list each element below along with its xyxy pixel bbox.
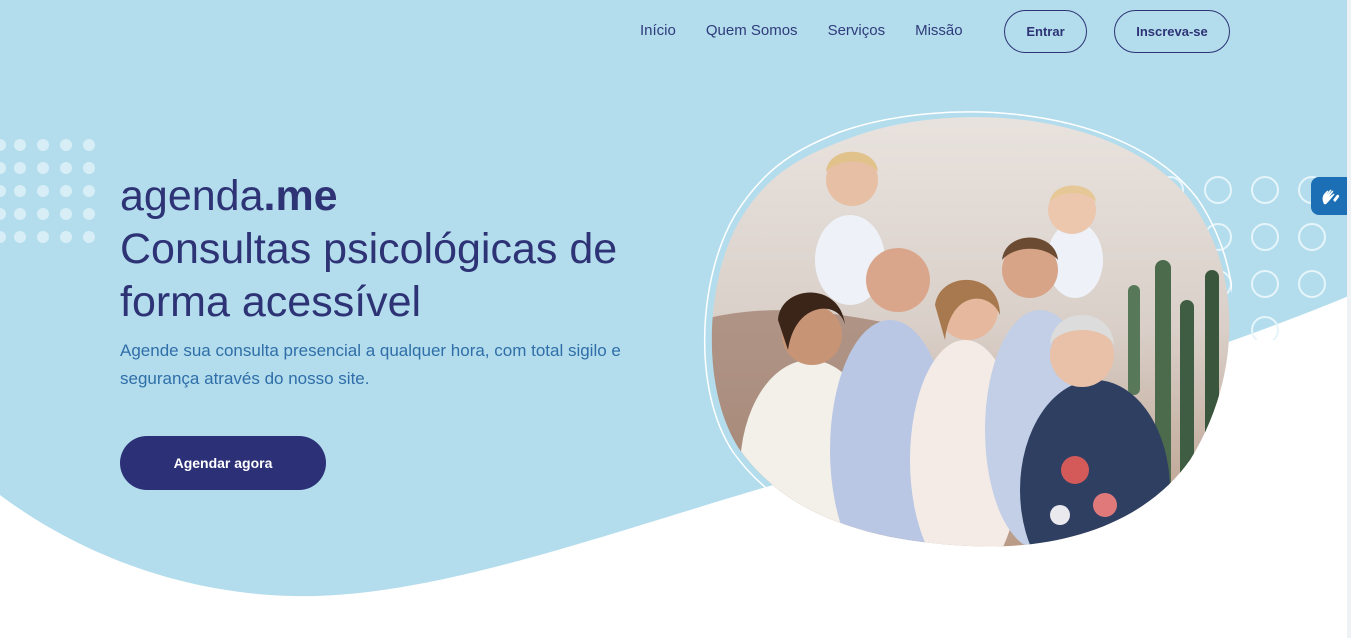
accessibility-widget-button[interactable] [1311,177,1349,215]
brand-name: agenda.me [120,172,338,220]
hero-title: agenda.me Consultas psicológicas de form… [120,170,617,329]
hero-title-line-2: forma acessível [120,278,422,326]
signup-button[interactable]: Inscreva-se [1114,10,1230,53]
hero-title-line-1: Consultas psicológicas de [120,225,618,273]
brand-name-light: agenda [120,172,264,220]
nav-link-quem-somos[interactable]: Quem Somos [706,22,798,39]
hero-subtitle: Agende sua consulta presencial a qualque… [120,341,621,388]
brand-name-bold: .me [263,172,338,220]
decorative-dot-grid [0,139,95,243]
schedule-now-button[interactable]: Agendar agora [120,436,326,490]
login-button[interactable]: Entrar [1004,10,1087,53]
nav-link-servicos[interactable]: Serviços [828,22,886,39]
nav-link-missao[interactable]: Missão [915,22,963,39]
nav-link-inicio[interactable]: Início [640,22,676,39]
page-scrollbar-track[interactable] [1347,0,1351,638]
family-photo [703,111,1232,550]
sign-language-hands-icon [1322,189,1340,205]
main-navigation: Início Quem Somos Serviços Missão [640,22,963,39]
